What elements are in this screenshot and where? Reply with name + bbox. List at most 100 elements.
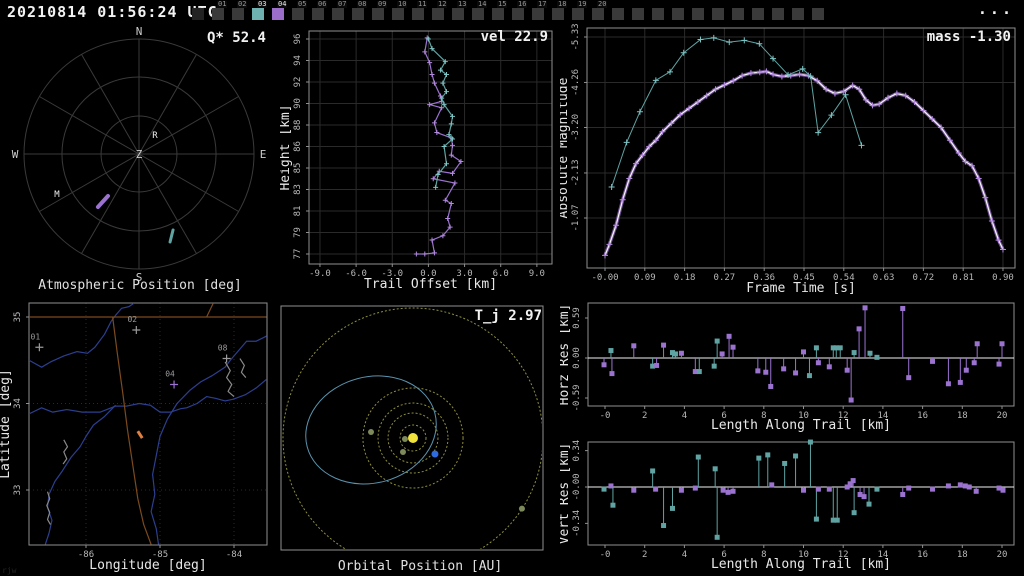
svg-text:Horz Res [km]: Horz Res [km] [560, 304, 572, 406]
station-toggle-01[interactable] [212, 8, 224, 20]
station-toggle-19[interactable] [572, 8, 584, 20]
station-toggle-slot-23[interactable] [652, 8, 664, 20]
svg-text:W: W [12, 148, 19, 161]
station-toggle-16[interactable] [512, 8, 524, 20]
station-toggle-label: 12 [437, 0, 448, 8]
svg-text:08: 08 [218, 344, 228, 353]
svg-text:-3.20: -3.20 [571, 114, 581, 141]
station-toggle-label: 05 [297, 0, 308, 8]
svg-text:33: 33 [13, 485, 23, 496]
svg-text:Height [km]: Height [km] [280, 104, 293, 190]
svg-text:-2.13: -2.13 [571, 159, 581, 186]
svg-text:-0.00: -0.00 [572, 473, 582, 500]
q-stat: Q* 52.4 [206, 30, 266, 46]
station-toggle-label: 13 [457, 0, 468, 8]
utc-timestamp: 20210814 01:56:24 UTC [7, 3, 218, 21]
svg-text:4: 4 [682, 550, 687, 560]
svg-text:96: 96 [293, 34, 303, 45]
svg-text:R: R [152, 131, 158, 141]
station-toggle-slot-28[interactable] [752, 8, 764, 20]
svg-text:0.34: 0.34 [572, 440, 582, 462]
svg-text:-0.59: -0.59 [572, 384, 582, 411]
svg-text:0.81: 0.81 [952, 273, 974, 283]
svg-text:-84: -84 [226, 550, 242, 560]
svg-text:35: 35 [13, 312, 23, 323]
station-toggle-label: 10 [397, 0, 408, 8]
svg-text:-1.07: -1.07 [571, 204, 581, 231]
svg-text:90: 90 [293, 98, 303, 109]
station-toggle-20[interactable] [592, 8, 604, 20]
svg-text:Frame Time [s]: Frame Time [s] [746, 281, 856, 296]
station-toggle-label: 20 [597, 0, 608, 8]
svg-text:M: M [54, 190, 60, 200]
station-toggle-slot-30[interactable] [792, 8, 804, 20]
svg-text:Trail Offset [km]: Trail Offset [km] [364, 277, 497, 292]
station-toggle-label: 16 [517, 0, 528, 8]
svg-text:77: 77 [293, 249, 303, 260]
light-curve-chart: -0.00 0.09 0.18 0.27 0.36 0.45 0.54 0.63 0.72 0.8… [560, 24, 1016, 296]
velocity-stat: vel 22.9 [480, 29, 548, 45]
svg-text:0.27: 0.27 [714, 273, 736, 283]
svg-text:Length Along Trail [km]: Length Along Trail [km] [711, 418, 891, 433]
station-toggle-07[interactable] [332, 8, 344, 20]
station-toggle-03[interactable] [252, 8, 264, 20]
station-toggle-slot-31[interactable] [812, 8, 824, 20]
trail-offset-panel: -9.0 -6.0 -3.0 0.0 3.0 6.0 9.0 96 94 92 90 88 86 85 83… [280, 24, 560, 296]
svg-text:79: 79 [293, 227, 303, 238]
station-toggle-05[interactable] [292, 8, 304, 20]
svg-text:2: 2 [642, 411, 647, 421]
station-toggle-label: 11 [417, 0, 428, 8]
station-toggle-09[interactable] [372, 8, 384, 20]
horz-residual-chart: -0 2 4 6 8 10 12 14 16 18 200.590.00-0.59Length Al… [560, 302, 1015, 433]
polar-sky-chart: NSEW ZRM [12, 25, 267, 284]
station-toggle-slot-25[interactable] [692, 8, 704, 20]
svg-text:0.63: 0.63 [873, 273, 895, 283]
station-toggle-label: 01 [217, 0, 228, 8]
svg-text:-5.33: -5.33 [571, 24, 581, 51]
station-toggle-14[interactable] [472, 8, 484, 20]
orbit-panel-title: Orbital Position [AU] [337, 559, 503, 574]
station-toggle-slot-21[interactable] [612, 8, 624, 20]
station-toggle-label: 06 [317, 0, 328, 8]
svg-text:-0.00: -0.00 [591, 273, 618, 283]
watermark: rjw [2, 566, 17, 575]
station-toggle-10[interactable] [392, 8, 404, 20]
station-toggle-13[interactable] [452, 8, 464, 20]
station-toggle-label: 03 [257, 0, 268, 8]
station-toggle-label: 18 [557, 0, 568, 8]
svg-text:0.18: 0.18 [674, 273, 696, 283]
station-toggle-label: 19 [577, 0, 588, 8]
station-toggle-17[interactable] [532, 8, 544, 20]
svg-text:9.0: 9.0 [529, 269, 545, 279]
mass-stat: mass -1.30 [926, 29, 1011, 45]
station-toggle-08[interactable] [352, 8, 364, 20]
svg-text:85: 85 [293, 163, 303, 174]
station-toggle-02[interactable] [232, 8, 244, 20]
station-toggle-06[interactable] [312, 8, 324, 20]
station-toggle-15[interactable] [492, 8, 504, 20]
station-toggle-slot-29[interactable] [772, 8, 784, 20]
ground-map-panel: -86 -85 -84 35 34 33 Longitude [deg] Latitude [… [0, 296, 280, 576]
station-toggle-04[interactable] [272, 8, 284, 20]
station-toggle-slot-0[interactable] [192, 8, 204, 20]
station-toggle-slot-26[interactable] [712, 8, 724, 20]
station-toggle-slot-24[interactable] [672, 8, 684, 20]
svg-text:-4.26: -4.26 [571, 69, 581, 96]
svg-text:94: 94 [293, 55, 303, 66]
svg-text:E: E [260, 148, 267, 161]
station-toggle-slot-22[interactable] [632, 8, 644, 20]
svg-text:81: 81 [293, 206, 303, 217]
svg-text:18: 18 [957, 550, 968, 560]
station-toggle-18[interactable] [552, 8, 564, 20]
svg-text:0.00: 0.00 [572, 347, 582, 369]
atmospheric-position-panel: NSEWZRM Q* 52.4 Atmospheric Position [de… [0, 24, 280, 296]
more-menu-button[interactable]: ... [978, 0, 1014, 18]
residuals-panel: -0 2 4 6 8 10 12 14 16 18 20 0.59 0.00 -0.59 Length Al… [560, 296, 1024, 576]
station-toggle-slot-27[interactable] [732, 8, 744, 20]
station-toggle-11[interactable] [412, 8, 424, 20]
station-toggle-12[interactable] [432, 8, 444, 20]
svg-text:Latitude [deg]: Latitude [deg] [0, 369, 13, 479]
svg-text:92: 92 [293, 77, 303, 88]
svg-text:83: 83 [293, 184, 303, 195]
svg-text:0.72: 0.72 [913, 273, 935, 283]
